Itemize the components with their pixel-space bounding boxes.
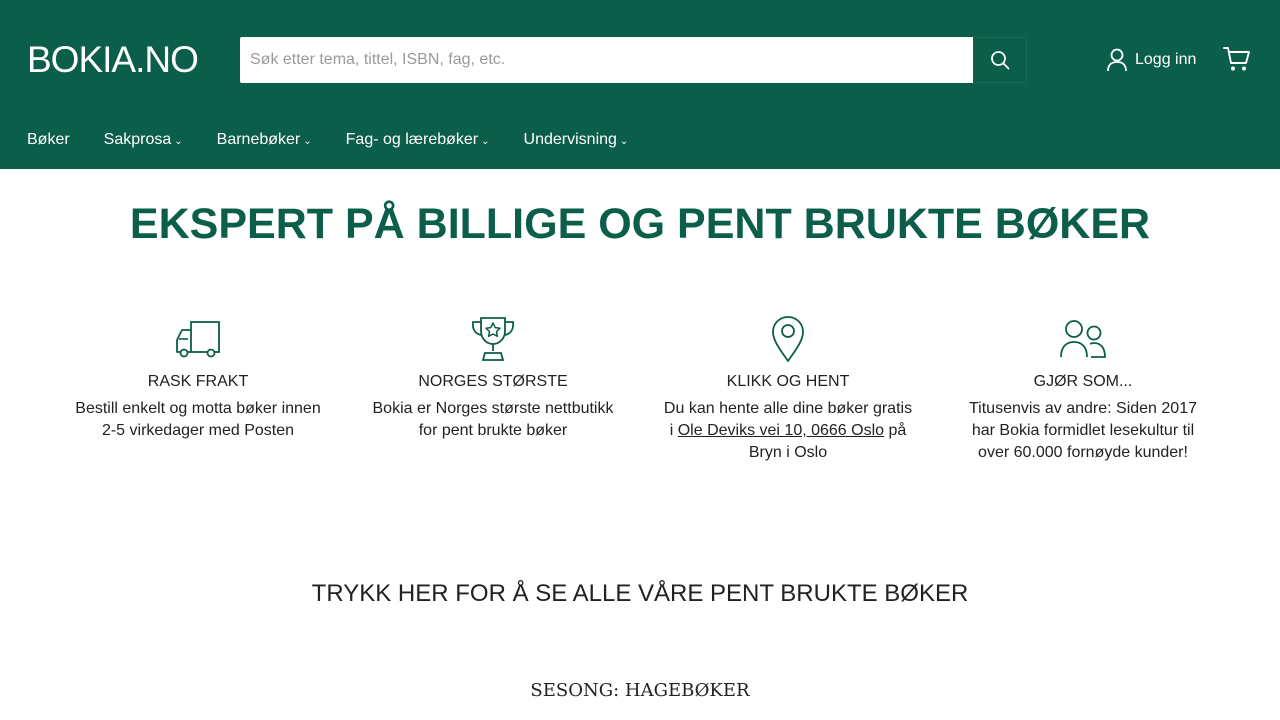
nav-item-label: Sakprosa: [103, 131, 172, 148]
user-icon: [1106, 48, 1128, 72]
address-link[interactable]: Ole Deviks vei 10, 0666 Oslo: [678, 422, 884, 439]
login-link[interactable]: Logg inn: [1106, 47, 1196, 73]
map-pin-icon: [663, 314, 913, 364]
search-icon: [990, 50, 1010, 70]
nav-item-boker[interactable]: Bøker: [27, 128, 70, 152]
season-heading: SESONG: HAGEBØKER: [530, 680, 750, 701]
feature-shipping: RASK FRAKT Bestill enkelt og motta bøker…: [73, 314, 323, 442]
feature-click-collect: KLIKK OG HENT Du kan hente alle dine bøk…: [663, 314, 913, 464]
site-header: BOKIA.NO Logg inn Bøker Sakprosa⌄ Barneb…: [0, 0, 1280, 169]
feature-title: GJØR SOM...: [1033, 373, 1133, 390]
nav-item-label: Undervisning: [523, 131, 617, 148]
cart-icon: [1223, 46, 1251, 74]
main-nav: Bøker Sakprosa ⌄ Barnebøker ⌄ Fag- og lære…: [27, 128, 662, 152]
chevron-down-icon: ⌄: [174, 135, 183, 147]
search-input[interactable]: [240, 37, 973, 83]
nav-item-barneboker[interactable]: Barnebøker ⌄: [217, 128, 312, 152]
feature-join: GJØR SOM... Titusenvis av andre: Siden 2…: [958, 314, 1208, 464]
search-button[interactable]: [973, 37, 1027, 83]
feature-largest: NORGES STØRSTE Bokia er Norges største n…: [368, 314, 618, 442]
feature-text: Du kan hente alle dine bøker gratis i Ol…: [663, 398, 913, 464]
chevron-down-icon: ⌄: [619, 135, 629, 147]
feature-text: Bestill enkelt og motta bøker innen 2-5 …: [75, 400, 321, 439]
hero-title: EKSPERT PÅ BILLIGE OG PENT BRUKTE BØKER: [129, 200, 1151, 248]
chevron-down-icon: ⌄: [303, 135, 312, 147]
site-logo[interactable]: BOKIA.NO: [27, 40, 199, 80]
login-label: Logg inn: [1135, 51, 1197, 68]
truck-icon: [73, 314, 323, 364]
nav-item-label: Barnebøker: [216, 131, 301, 148]
feature-text: Titusenvis av andre: Siden 2017 har Boki…: [969, 400, 1197, 461]
nav-item-label: Bøker: [27, 131, 70, 148]
feature-title: KLIKK OG HENT: [726, 373, 850, 390]
trophy-icon: [368, 314, 618, 364]
users-icon: [958, 314, 1208, 364]
see-all-books-link[interactable]: TRYKK HER FOR Å SE ALLE VÅRE PENT BRUKTE…: [0, 579, 1280, 609]
chevron-down-icon: ⌄: [481, 135, 490, 147]
nav-item-label: Fag- og lærebøker: [345, 131, 479, 148]
feature-text: Bokia er Norges største nettbutikk for p…: [372, 400, 614, 439]
cart-button[interactable]: [1223, 46, 1253, 74]
nav-item-sakprosa[interactable]: Sakprosa ⌄: [104, 128, 183, 152]
nav-item-undervisning[interactable]: Undervisning ⌄: [524, 128, 629, 152]
feature-title: RASK FRAKT: [147, 373, 249, 390]
feature-title: NORGES STØRSTE: [418, 373, 568, 390]
nav-item-fag-og-lareboker[interactable]: Fag- og lærebøker ⌄: [346, 128, 490, 152]
